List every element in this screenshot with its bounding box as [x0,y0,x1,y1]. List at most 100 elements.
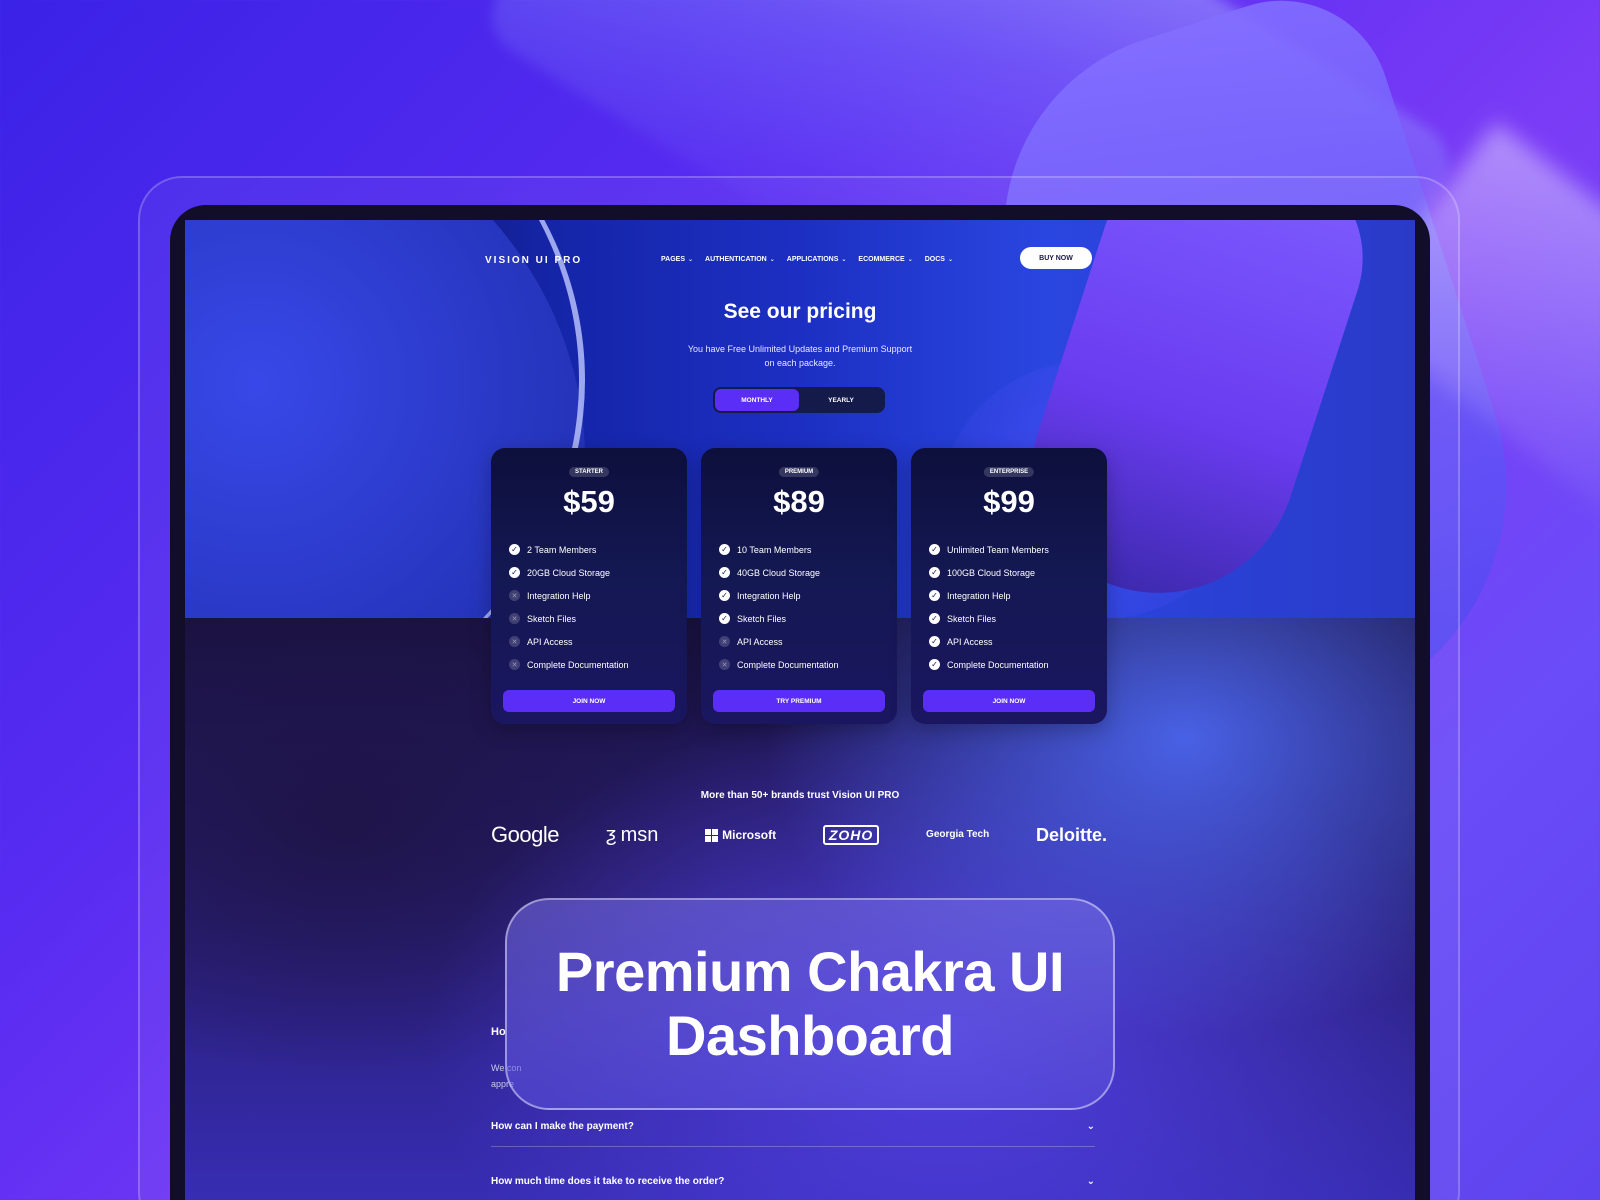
feature-label: Integration Help [527,590,591,601]
check-icon: ✓ [929,567,940,578]
faq-item[interactable]: How much time does it take to receive th… [491,1168,1095,1194]
x-icon: ✕ [509,613,520,624]
chevron-down-icon: ⌄ [907,257,913,263]
nav-authentication[interactable]: AUTHENTICATION ⌄ [705,256,775,263]
feature-list: ✓ Unlimited Team Members ✓ 100GB Cloud S… [929,538,1049,676]
check-icon: ✓ [929,636,940,647]
faq-question: How can I make the payment? [491,1120,634,1132]
chevron-down-icon: ⌄ [688,257,694,263]
pricing-card-enterprise: ENTERPRISE $99 ✓ Unlimited Team Members … [911,448,1107,724]
monthly-toggle-button[interactable]: MONTHLY [715,389,799,411]
plan-price: $59 [563,484,615,519]
nav-applications[interactable]: APPLICATIONS ⌄ [787,256,847,263]
plan-badge: PREMIUM [778,467,820,477]
yearly-toggle-button[interactable]: YEARLY [799,389,883,411]
nav-ecommerce[interactable]: ECOMMERCE ⌄ [858,256,912,263]
feature-label: Complete Documentation [527,659,629,670]
feature-item: ✕ Integration Help [509,584,629,607]
chevron-down-icon: ⌄ [1086,1120,1095,1132]
feature-label: Complete Documentation [947,659,1049,670]
plan-cta-button[interactable]: JOIN NOW [503,690,675,712]
billing-toggle: MONTHLY YEARLY [713,387,885,413]
feature-item: ✓ 100GB Cloud Storage [929,561,1049,584]
feature-item: ✓ Integration Help [929,584,1049,607]
nav-pages[interactable]: PAGES ⌄ [661,256,693,263]
faq-item[interactable]: How can I make the payment? ⌄ [491,1113,1095,1139]
feature-item: ✓ Integration Help [719,584,839,607]
check-icon: ✓ [929,613,940,624]
feature-item: ✕ Complete Documentation [719,653,839,676]
feature-label: Unlimited Team Members [947,544,1049,555]
promo-title: Premium Chakra UI Dashboard [555,940,1065,1067]
pricing-card-premium: PREMIUM $89 ✓ 10 Team Members ✓ 40GB Clo… [701,448,897,724]
plan-badge: STARTER [569,467,609,477]
plan-price: $89 [773,484,825,519]
feature-label: Integration Help [947,590,1011,601]
top-navbar: VISION UI PRO PAGES ⌄ AUTHENTICATION ⌄ APP… [485,247,1105,277]
feature-list: ✓ 2 Team Members ✓ 20GB Cloud Storage ✕ … [509,538,629,676]
nav-links: PAGES ⌄ AUTHENTICATION ⌄ APPLICATIONS ⌄ ECO… [661,256,953,263]
feature-label: Sketch Files [947,613,997,624]
check-icon: ✓ [929,659,940,670]
georgia-tech-logo: Georgia Tech [926,829,990,840]
plan-badge: ENTERPRISE [983,467,1035,477]
feature-label: 10 Team Members [737,544,812,555]
page-title: See our pricing [723,300,877,323]
plan-price: $99 [983,484,1035,519]
chevron-down-icon: ⌄ [947,257,953,263]
brand-logo[interactable]: VISION UI PRO [485,255,582,266]
feature-label: Sketch Files [527,613,577,624]
check-icon: ✓ [719,567,730,578]
feature-item: ✓ Sketch Files [929,607,1049,630]
msn-logo: ƺ msn [605,823,659,846]
feature-item: ✓ Unlimited Team Members [929,538,1049,561]
feature-label: Sketch Files [737,613,787,624]
x-icon: ✕ [719,659,730,670]
check-icon: ✓ [929,590,940,601]
feature-label: Complete Documentation [737,659,839,670]
windows-icon [705,828,719,842]
feature-item: ✓ 2 Team Members [509,538,629,561]
pricing-cards: STARTER $59 ✓ 2 Team Members ✓ 20GB Clou… [491,448,1107,724]
check-icon: ✓ [509,544,520,555]
chevron-down-icon: ⌄ [841,257,847,263]
feature-item: ✓ 10 Team Members [719,538,839,561]
feature-label: API Access [527,636,573,647]
check-icon: ✓ [719,590,730,601]
deloitte-logo: Deloitte. [1035,824,1107,845]
feature-label: Integration Help [737,590,801,601]
x-icon: ✕ [719,636,730,647]
feature-label: 20GB Cloud Storage [527,567,611,578]
feature-item: ✓ API Access [929,630,1049,653]
feature-item: ✓ Complete Documentation [929,653,1049,676]
plan-cta-button[interactable]: JOIN NOW [923,690,1095,712]
x-icon: ✕ [509,590,520,601]
x-icon: ✕ [509,636,520,647]
brand-logos: Google ƺ msn Microsoft ZOHO Georgia Tech … [491,818,1107,852]
check-icon: ✓ [719,613,730,624]
x-icon: ✕ [509,659,520,670]
feature-item: ✕ API Access [509,630,629,653]
plan-cta-button[interactable]: TRY PREMIUM [713,690,885,712]
feature-list: ✓ 10 Team Members ✓ 40GB Cloud Storage ✓… [719,538,839,676]
feature-label: 100GB Cloud Storage [947,567,1036,578]
brands-heading: More than 50+ brands trust Vision UI PRO [700,790,900,801]
nav-docs[interactable]: DOCS ⌄ [925,256,953,263]
faq-question-partial[interactable]: Ho [491,1026,506,1038]
buy-now-button[interactable]: BUY NOW [1020,247,1092,269]
pricing-card-starter: STARTER $59 ✓ 2 Team Members ✓ 20GB Clou… [491,448,687,724]
page-subtitle: You have Free Unlimited Updates and Prem… [687,344,913,368]
feature-item: ✓ 20GB Cloud Storage [509,561,629,584]
microsoft-logo: Microsoft [705,828,776,842]
promo-overlay-card: Premium Chakra UI Dashboard [505,898,1115,1110]
zoho-logo: ZOHO [822,825,880,845]
check-icon: ✓ [929,544,940,555]
feature-label: 2 Team Members [527,544,597,555]
chevron-down-icon: ⌄ [1086,1175,1095,1187]
chevron-down-icon: ⌄ [769,257,775,263]
feature-item: ✓ Sketch Files [719,607,839,630]
faq-question: How much time does it take to receive th… [491,1175,725,1187]
feature-item: ✕ Complete Documentation [509,653,629,676]
butterfly-icon: ƺ [605,823,617,846]
google-logo: Google [491,822,559,847]
